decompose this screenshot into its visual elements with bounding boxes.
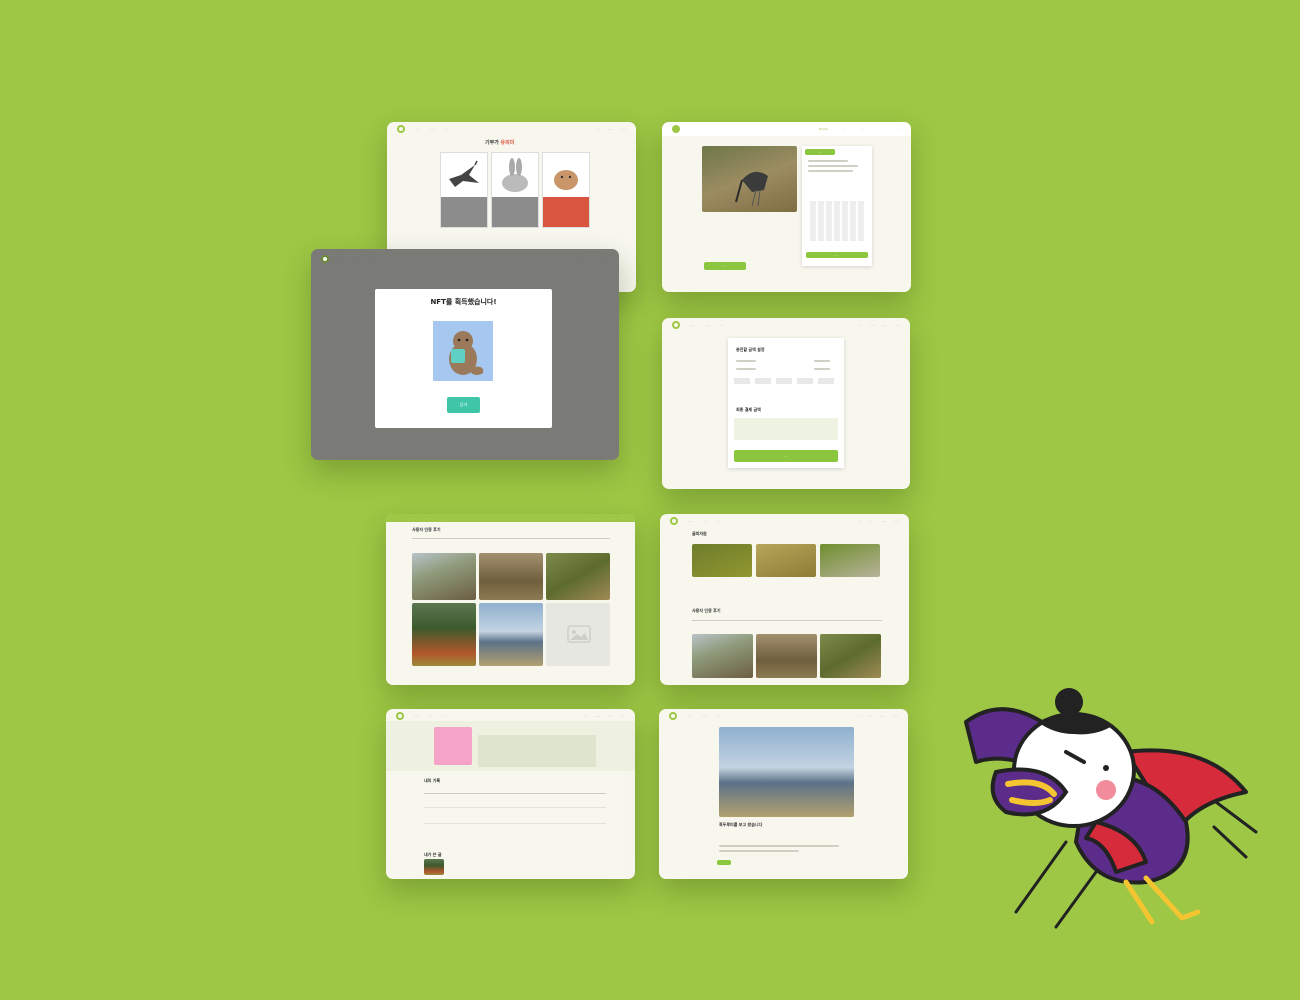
crane-illustration [449,160,479,187]
top-nav: ······ ······ ···· ··· ······ ······ ······ [311,249,619,269]
mascot-illustration [964,688,1258,929]
top-nav: ····· ····· ··· ··· ····· ····· [387,122,636,136]
gallery-screen-card: ···· ···· ·· ·· ···· ···· ···· 사용자 인증 후기 [386,514,635,685]
amount-screen-card: ····· ····· ··· ··· ····· ····· ····· 충전할 금액 … [662,318,910,489]
close-button[interactable]: 닫기 [447,397,480,413]
top-nav: ····· ····· ··· ··· ····· ····· ····· [662,318,910,332]
featured-tile[interactable] [756,544,816,577]
crane-photo [702,146,797,212]
home-section2-title: 사용자 인증 후기 [692,608,721,613]
photo-tile[interactable] [692,634,753,678]
review-screen-card: ····· ····· ··· ··· ····· ····· ····· 흑두루미를 보… [659,709,908,879]
top-nav: Home ····· ····· ··· ····· [662,122,911,136]
heart-logo-icon[interactable] [672,125,680,133]
review-title: 흑두루미를 보고 왔습니다 [719,822,763,827]
section-final-title: 최종 결제 금액 [736,407,761,412]
booking-panel: ····· ····· [802,146,872,266]
photo-tile[interactable] [412,553,476,600]
post-thumbnail[interactable] [424,859,444,875]
modal-title: NFT를 획득했습니다! [430,298,497,306]
modal-dialog: NFT를 획득했습니다! 닫기 [375,289,552,428]
stats-box [478,735,596,767]
image-placeholder-icon [567,625,591,643]
home-screen-card: ····· ····· ··· ··· ····· ····· ····· 굴피자원 사용… [660,514,909,685]
reserve-button[interactable]: ····· [806,252,868,258]
crane-detail-screen-card: Home ····· ····· ··· ····· ····· ····· ····· [662,122,911,292]
rabbit-illustration [502,158,528,192]
donation-card-rabbit[interactable] [491,152,539,228]
heart-logo-icon[interactable] [396,712,404,720]
photo-tile[interactable] [412,603,476,666]
history-row[interactable] [424,797,606,808]
heart-logo-icon[interactable] [672,321,680,329]
action-button[interactable]: ····· [704,262,746,270]
photo-tile-empty[interactable] [546,603,610,666]
home-section1-title: 굴피자원 [692,531,707,536]
heart-logo-icon[interactable] [669,712,677,720]
donation-card-hamster[interactable] [542,152,590,228]
photo-tile[interactable] [479,553,543,600]
gallery-title: 사용자 인증 후기 [412,527,441,532]
review-photo [719,727,854,817]
photo-tile[interactable] [479,603,543,666]
mypage-section1-title: 내의 기록 [424,778,441,783]
mypage-section2-title: 내가 쓴 글 [424,852,442,857]
list-button[interactable]: ·· [717,860,731,865]
featured-tile[interactable] [692,544,752,577]
pay-button[interactable]: ····· [734,450,838,462]
amount-chip-row[interactable] [734,378,838,384]
featured-tile[interactable] [820,544,880,577]
heart-logo-icon[interactable] [396,515,402,522]
mypage-screen-card: ····· ····· ··· ··· ····· ····· ····· 내의 기록 내… [386,709,635,879]
summary-box [734,418,838,440]
nft-image [433,321,493,381]
top-nav: ···· ···· ·· ·· ···· ···· ···· [386,514,635,522]
payment-panel: 충전할 금액 설정 최종 결제 금액 ····· [728,338,844,468]
top-nav: ····· ····· ··· ··· ····· ····· ····· [660,514,909,528]
history-row[interactable] [424,813,606,824]
top-nav: ····· ····· ··· ··· ····· ····· ····· [659,709,908,723]
section-charge-title: 충전할 금액 설정 [736,347,765,352]
heart-logo-icon[interactable] [397,125,405,133]
photo-tile[interactable] [756,634,817,678]
otter-nft-icon [449,331,484,375]
crane-silhouette [735,171,768,207]
photo-tile[interactable] [546,553,610,600]
tab-info[interactable]: ····· [805,149,835,155]
nft-modal-screen-card: ······ ······ ···· ··· ······ ······ ······ N… [311,249,619,460]
avatar [434,727,472,765]
heart-logo-icon[interactable] [670,517,678,525]
hamster-illustration [554,170,578,190]
donation-title: 기부가 유의미 [485,140,515,146]
photo-tile[interactable] [820,634,881,678]
calendar[interactable] [810,201,864,241]
donation-card-crane[interactable] [440,152,488,228]
heart-logo-icon[interactable] [321,255,329,263]
